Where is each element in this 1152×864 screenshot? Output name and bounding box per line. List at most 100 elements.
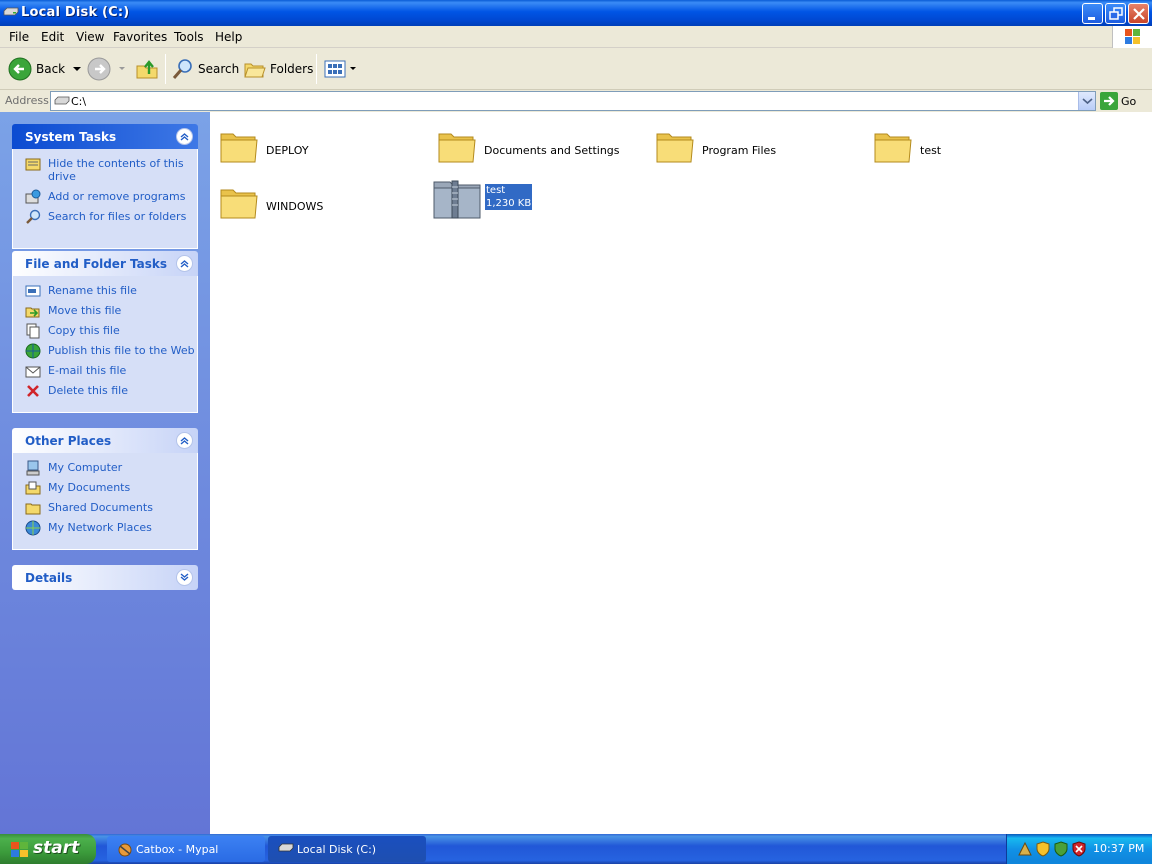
toolbar-separator [165, 54, 166, 84]
chevron-up-icon[interactable] [176, 128, 193, 145]
move-icon [25, 307, 40, 318]
back-arrow-icon [8, 57, 32, 81]
system-tasks-header[interactable]: System Tasks [12, 124, 198, 149]
add-remove-programs-icon [25, 189, 41, 204]
windows-flag-icon [11, 842, 28, 857]
address-bar: Address C:\ Go [0, 90, 1152, 112]
back-button[interactable]: Back [8, 48, 83, 90]
menu-help[interactable]: Help [215, 30, 242, 44]
clock: 10:37 PM [1093, 842, 1145, 855]
chevron-up-icon[interactable] [176, 255, 193, 272]
search-icon [26, 209, 41, 224]
chevron-down-icon [73, 67, 82, 71]
menu-view[interactable]: View [76, 30, 104, 44]
delete-x-icon [27, 385, 39, 397]
task-rename[interactable]: Rename this file [13, 284, 197, 297]
file-item-selected[interactable]: test 1,230 KB [432, 172, 632, 220]
place-shared-documents[interactable]: Shared Documents [13, 501, 197, 515]
task-email[interactable]: E-mail this file [13, 364, 197, 378]
file-size: 1,230 KB [486, 198, 532, 209]
details-panel: Details [12, 565, 198, 590]
folder-item[interactable]: test [873, 122, 1073, 170]
search-label: Search [198, 62, 240, 76]
compressed-file-icon [433, 180, 481, 219]
address-dropdown-button[interactable] [1078, 92, 1095, 110]
chevron-down-icon [119, 67, 125, 70]
panel-title: File and Folder Tasks [25, 257, 168, 271]
address-input[interactable]: C:\ [50, 91, 1096, 111]
taskbar-button-mypal[interactable]: Catbox - Mypal [107, 836, 265, 862]
globe-icon [25, 343, 41, 359]
chevron-down-icon [1082, 98, 1093, 105]
forward-button[interactable] [87, 48, 127, 90]
folder-item[interactable]: DEPLOY [219, 122, 419, 170]
task-search-files[interactable]: Search for files or folders [13, 209, 197, 224]
task-move[interactable]: Move this file [13, 304, 197, 318]
file-folder-tasks-header[interactable]: File and Folder Tasks [12, 251, 198, 276]
up-folder-icon [136, 60, 158, 79]
menu-bar: File Edit View Favorites Tools Help [0, 26, 1152, 48]
place-my-documents[interactable]: My Documents [13, 481, 197, 495]
task-label: Publish this file to the Web [48, 344, 195, 357]
folder-icon [874, 133, 912, 163]
title-bar[interactable]: Local Disk (C:) [0, 0, 1152, 26]
forward-arrow-icon [87, 57, 111, 81]
address-value: C:\ [71, 95, 87, 108]
task-label: Search for files or folders [48, 210, 187, 223]
folder-icon [656, 133, 694, 163]
views-button[interactable] [323, 48, 357, 90]
task-copy[interactable]: Copy this file [13, 323, 197, 339]
security-shield-icon[interactable] [1035, 841, 1051, 857]
task-delete[interactable]: Delete this file [13, 384, 197, 397]
email-icon [25, 366, 41, 378]
menu-favorites[interactable]: Favorites [113, 30, 167, 44]
folders-button[interactable]: Folders [243, 48, 313, 90]
menu-tools[interactable]: Tools [174, 30, 204, 44]
update-icon[interactable] [1053, 841, 1069, 857]
folder-item[interactable]: Documents and Settings [437, 122, 637, 170]
task-label: Delete this file [48, 384, 128, 397]
restore-button[interactable] [1105, 3, 1126, 24]
search-button[interactable]: Search [171, 48, 239, 90]
start-button[interactable]: start [0, 834, 96, 864]
task-label: My Computer [48, 461, 123, 474]
place-my-network-places[interactable]: My Network Places [13, 520, 197, 536]
up-folder-button[interactable] [135, 48, 159, 90]
go-label: Go [1121, 94, 1137, 108]
panel-body: Hide the contents of this drive Add or r… [12, 149, 198, 249]
back-label: Back [36, 62, 66, 76]
panel-title: Other Places [25, 434, 112, 448]
task-hide-contents[interactable]: Hide the contents of this drive [13, 157, 197, 183]
tray-network-icon[interactable] [1017, 841, 1033, 857]
folder-item[interactable]: Program Files [655, 122, 855, 170]
menu-file[interactable]: File [9, 30, 29, 44]
folder-icon [220, 189, 258, 219]
taskbar: start Catbox - Mypal Local Disk (C:) 10:… [0, 834, 1152, 864]
go-button[interactable]: Go [1100, 92, 1136, 110]
menu-edit[interactable]: Edit [41, 30, 64, 44]
task-label: Move this file [48, 304, 122, 317]
taskbar-button-label: Local Disk (C:) [297, 843, 377, 856]
task-publish-web[interactable]: Publish this file to the Web [13, 343, 197, 359]
alert-shield-icon[interactable] [1071, 841, 1087, 857]
folder-item[interactable]: WINDOWS [219, 178, 419, 226]
taskbar-button-local-disk[interactable]: Local Disk (C:) [268, 836, 426, 862]
place-my-computer[interactable]: My Computer [13, 460, 197, 476]
browser-icon [118, 843, 132, 857]
other-places-header[interactable]: Other Places [12, 428, 198, 453]
copy-icon [26, 323, 40, 339]
panel-body: My Computer My Documents Shared Document… [12, 453, 198, 550]
details-header[interactable]: Details [12, 565, 198, 590]
my-documents-icon [25, 481, 41, 495]
system-tasks-panel: System Tasks Hide the contents of this d… [12, 124, 198, 249]
task-label: My Documents [48, 481, 131, 494]
chevron-down-icon[interactable] [176, 569, 193, 586]
restore-icon [1109, 7, 1123, 20]
minimize-button[interactable] [1082, 3, 1103, 24]
task-add-remove-programs[interactable]: Add or remove programs [13, 189, 197, 204]
search-icon [172, 59, 192, 79]
system-tray: 10:37 PM [1006, 834, 1152, 864]
chevron-up-icon[interactable] [176, 432, 193, 449]
close-button[interactable] [1128, 3, 1149, 24]
go-arrow-icon [1100, 92, 1118, 110]
